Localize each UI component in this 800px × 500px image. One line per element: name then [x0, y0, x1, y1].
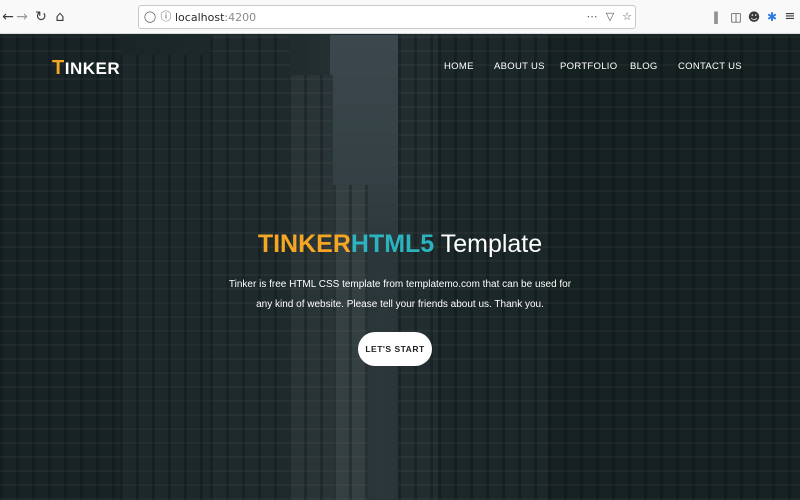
hero-description: Tinker is free HTML CSS template from te… [228, 279, 572, 310]
sidebar-icon[interactable]: ◫ [728, 9, 744, 25]
menu-icon[interactable]: ≡ [782, 9, 798, 25]
url-bar[interactable]: ◯ ⓘ localhost:4200 ⋯ ▽ ☆ [138, 5, 636, 29]
shield-icon[interactable]: ◯ [143, 10, 157, 24]
nav-home[interactable]: HOME [444, 61, 474, 72]
logo-initial: T [52, 57, 65, 79]
lets-start-button[interactable]: LET'S START [358, 332, 432, 366]
info-icon[interactable]: ⓘ [159, 10, 173, 24]
url-text[interactable]: localhost:4200 [175, 11, 256, 24]
hero-section: TINKER HOME ABOUT US PORTFOLIO BLOG CONT… [0, 35, 800, 500]
browser-toolbar: ← → ↻ ⌂ ◯ ⓘ localhost:4200 ⋯ ▽ ☆ ‖ ◫ ☻ ✱… [0, 0, 800, 34]
pocket-icon[interactable]: ▽ [603, 10, 617, 24]
url-port: :4200 [224, 11, 257, 24]
hero-title-html5: HTML5 [350, 230, 435, 258]
library-icon[interactable]: ‖ [708, 9, 724, 25]
nav-blog[interactable]: BLOG [630, 61, 658, 72]
reload-icon[interactable]: ↻ [33, 9, 49, 25]
nav-about-us[interactable]: ABOUT US [494, 61, 545, 72]
extension-icon[interactable]: ✱ [764, 9, 780, 25]
bookmark-star-icon[interactable]: ☆ [620, 10, 634, 24]
account-icon[interactable]: ☻ [746, 9, 762, 25]
more-icon[interactable]: ⋯ [585, 10, 599, 24]
forward-icon[interactable]: → [14, 9, 30, 25]
hero-title-template: Template [434, 230, 543, 258]
site-logo[interactable]: TINKER [52, 57, 120, 80]
hero-title: TINKERHTML5 Template [0, 230, 800, 259]
logo-text: INKER [64, 59, 121, 78]
nav-portfolio[interactable]: PORTFOLIO [560, 61, 617, 72]
hero-title-brand: TINKER [257, 230, 351, 258]
url-host: localhost [175, 11, 225, 24]
hero-overlay [0, 35, 800, 500]
home-icon[interactable]: ⌂ [52, 9, 68, 25]
nav-contact-us[interactable]: CONTACT US [678, 61, 742, 72]
